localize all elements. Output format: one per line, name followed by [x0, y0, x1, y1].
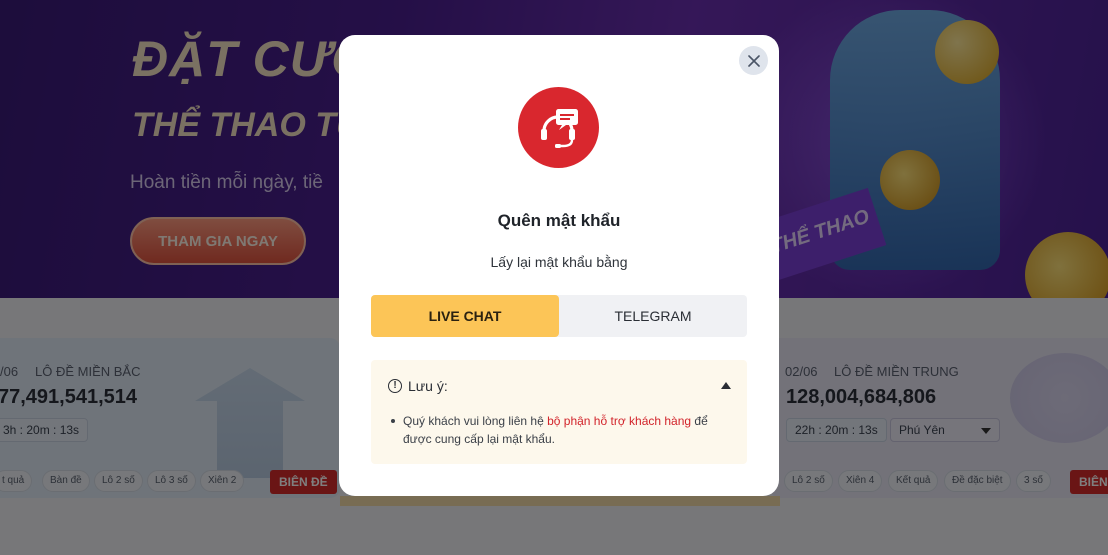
close-icon [747, 54, 760, 67]
note-panel: ! Lưu ý: Quý khách vui lòng liên hệ bộ p… [371, 360, 747, 464]
collapse-toggle-icon[interactable] [721, 382, 731, 389]
note-heading: Lưu ý: [408, 378, 448, 394]
support-team-link[interactable]: bộ phận hỗ trợ khách hàng [547, 414, 691, 428]
bullet-dot [391, 419, 395, 423]
note-text-before: Quý khách vui lòng liên hệ [403, 414, 548, 428]
note-text: Quý khách vui lòng liên hệ bộ phận hỗ tr… [391, 412, 721, 448]
recovery-method-tabs: LIVE CHAT TELEGRAM [371, 295, 747, 337]
modal-subtitle: Lấy lại mật khẩu bằng [490, 254, 628, 270]
support-headset-icon [540, 108, 578, 148]
tab-telegram[interactable]: TELEGRAM [559, 295, 747, 337]
info-icon: ! [388, 379, 402, 393]
note-header: ! Lưu ý: [388, 378, 448, 394]
modal-title: Quên mật khẩu [497, 211, 621, 230]
close-button[interactable] [739, 46, 768, 75]
tab-live-chat[interactable]: LIVE CHAT [371, 295, 559, 337]
forgot-password-modal: Quên mật khẩu Lấy lại mật khẩu bằng LIVE… [339, 35, 779, 496]
support-logo [518, 87, 599, 168]
